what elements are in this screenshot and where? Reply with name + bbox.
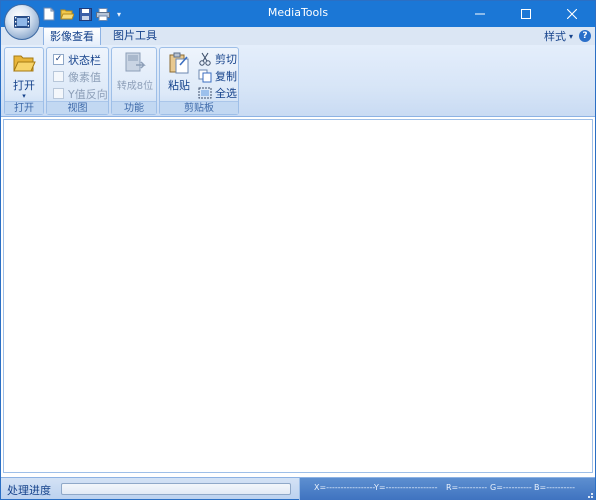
ribbon-tab-strip: 影像查看 图片工具 样式 ▾ ? — [1, 27, 595, 46]
tab-image-view[interactable]: 影像查看 — [43, 27, 101, 46]
minimize-icon[interactable] — [457, 1, 503, 27]
convert-8bit-label: 转成8位 — [116, 81, 154, 92]
resize-grip-icon[interactable] — [585, 490, 593, 498]
group-open: 打开 ▾ 打开 — [4, 47, 44, 115]
select-all-icon — [198, 87, 212, 99]
title-bar: ▾ MediaTools — [1, 1, 595, 27]
help-icon[interactable]: ? — [579, 30, 591, 42]
group-function: 转成8位 功能 — [111, 47, 157, 115]
group-clipboard: 粘贴 剪切 复制 全选 剪贴板 — [159, 47, 239, 115]
open-folder-icon — [13, 55, 36, 72]
progress-bar — [61, 483, 291, 495]
open-button-label: 打开 — [13, 79, 35, 92]
pixel-value-checkbox-label: 像素值 — [68, 70, 101, 84]
paste-icon — [169, 52, 189, 74]
convert-8bit-button[interactable]: 转成8位 — [115, 51, 155, 99]
status-bar: 处理进度 X=----------------- Y=-------------… — [1, 477, 595, 500]
b-readout: B=---------- — [534, 483, 576, 492]
paste-button[interactable]: 粘贴 — [162, 51, 196, 99]
chevron-down-icon: ▾ — [22, 92, 26, 100]
cut-button[interactable]: 剪切 — [198, 51, 237, 67]
group-label-view: 视图 — [47, 101, 108, 114]
group-label-clipboard: 剪贴板 — [160, 101, 238, 114]
scissors-icon — [199, 52, 211, 66]
maximize-icon[interactable] — [503, 1, 549, 27]
app-window: ▾ MediaTools 影像查看 图片工具 样式 ▾ ? 打开 ▾ 打开 ✓ … — [0, 0, 596, 500]
copy-button[interactable]: 复制 — [198, 68, 237, 84]
group-label-open: 打开 — [5, 101, 43, 114]
image-workspace[interactable] — [3, 119, 593, 473]
paste-button-label: 粘贴 — [168, 79, 190, 92]
cut-button-label: 剪切 — [215, 53, 237, 66]
pixel-readout: X=----------------- Y=------------------… — [299, 478, 595, 500]
select-all-button[interactable]: 全选 — [198, 85, 237, 101]
statusbar-checkbox-label: 状态栏 — [68, 53, 101, 67]
ribbon: 打开 ▾ 打开 ✓ 状态栏 像素值 Y值反向 视图 转成8位 功能 粘贴 剪切 … — [1, 45, 595, 117]
style-menu[interactable]: 样式 ▾ — [544, 28, 573, 44]
y-readout: Y=------------------ — [374, 483, 438, 492]
open-button[interactable]: 打开 ▾ — [6, 51, 42, 100]
progress-label: 处理进度 — [7, 484, 51, 497]
r-readout: R=---------- — [446, 483, 488, 492]
application-menu-button[interactable] — [4, 4, 40, 40]
select-all-button-label: 全选 — [215, 87, 237, 100]
y-reverse-checkbox-label: Y值反向 — [68, 87, 108, 101]
y-reverse-checkbox[interactable]: Y值反向 — [53, 86, 108, 101]
copy-icon — [198, 69, 212, 83]
statusbar-checkbox[interactable]: ✓ 状态栏 — [53, 52, 101, 67]
x-readout: X=----------------- — [314, 483, 376, 492]
group-label-function: 功能 — [112, 101, 156, 114]
check-icon: ✓ — [53, 54, 64, 65]
chevron-down-icon: ▾ — [568, 31, 573, 41]
tab-image-tools[interactable]: 图片工具 — [107, 27, 163, 45]
convert-image-icon — [125, 52, 146, 72]
close-icon[interactable] — [549, 1, 595, 27]
window-controls — [457, 1, 595, 27]
g-readout: G=---------- — [490, 483, 532, 492]
copy-button-label: 复制 — [215, 70, 237, 83]
group-view: ✓ 状态栏 像素值 Y值反向 视图 — [46, 47, 109, 115]
checkbox-box — [53, 71, 64, 82]
style-menu-label: 样式 — [543, 30, 566, 43]
checkbox-box — [53, 88, 64, 99]
pixel-value-checkbox[interactable]: 像素值 — [53, 69, 101, 84]
film-icon — [14, 16, 30, 28]
